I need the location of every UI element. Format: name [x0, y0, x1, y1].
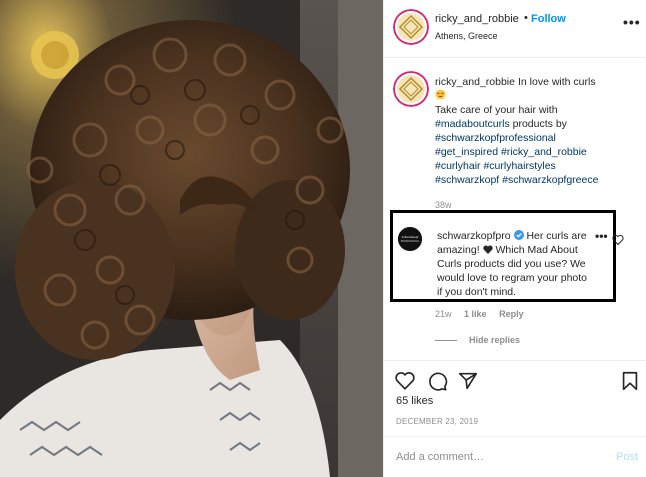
post-photo[interactable]: [0, 0, 383, 477]
comment-input[interactable]: Add a comment…: [396, 451, 484, 463]
black-heart-emoji-icon: [482, 245, 493, 254]
highlighted-comment: Schwarzkopf PROFESSIONAL schwarzkopfpro …: [390, 210, 616, 302]
likes-count[interactable]: 65 likes: [396, 395, 433, 407]
hide-replies-label: Hide replies: [469, 335, 521, 345]
caption-line: products by: [509, 118, 567, 130]
comment-text: schwarzkopfpro Her curls are amazing! Wh…: [437, 229, 587, 299]
caption-line: In love with curls: [517, 76, 596, 88]
caption-text: ricky_and_robbie In love with curls Take …: [435, 75, 640, 187]
avatar[interactable]: [393, 71, 429, 107]
verified-badge-icon: [513, 230, 524, 240]
caption-line: Take care of your hair with: [435, 104, 558, 116]
separator-dot: •: [524, 12, 528, 24]
post-location[interactable]: Athens, Greece: [435, 31, 498, 41]
share-paper-plane-icon[interactable]: [457, 370, 479, 392]
avatar[interactable]: Schwarzkopf PROFESSIONAL: [398, 227, 422, 251]
comment-composer: Add a comment… Post: [384, 436, 646, 477]
reply-button[interactable]: Reply: [499, 309, 524, 319]
hashtag-link[interactable]: #curlyhair: [435, 160, 481, 172]
comment-timestamp[interactable]: 21w: [435, 309, 452, 319]
save-bookmark-icon[interactable]: [619, 370, 641, 392]
caption-timestamp[interactable]: 38w: [435, 200, 452, 210]
hide-replies-toggle[interactable]: Hide replies: [435, 335, 520, 345]
hashtag-link[interactable]: #schwarzkopfgreece: [502, 174, 598, 186]
hashtag-link[interactable]: #schwarzkopfprofessional: [435, 132, 556, 144]
more-options-icon[interactable]: •••: [623, 15, 641, 29]
like-heart-icon[interactable]: [394, 370, 416, 392]
post-header: ricky_and_robbie • Follow Athens, Greece…: [384, 0, 646, 58]
post-author-username[interactable]: ricky_and_robbie: [435, 13, 519, 25]
avatar[interactable]: [393, 9, 429, 45]
hashtag-link[interactable]: #ricky_and_robbie: [501, 146, 587, 158]
post-comment-button[interactable]: Post: [616, 451, 638, 463]
comment-username[interactable]: schwarzkopfpro: [437, 230, 511, 242]
hashtag-link[interactable]: #schwarzkopf: [435, 174, 499, 186]
hashtag-link[interactable]: #curlyhairstyles: [483, 160, 555, 172]
hashtag-link[interactable]: #madaboutcurls: [435, 118, 510, 130]
svg-text:PROFESSIONAL: PROFESSIONAL: [401, 240, 420, 243]
comment-likes[interactable]: 1 like: [464, 309, 487, 319]
post-details-panel: ricky_and_robbie • Follow Athens, Greece…: [383, 0, 646, 477]
svg-text:Schwarzkopf: Schwarzkopf: [402, 235, 420, 239]
hashtag-link[interactable]: #get_inspired: [435, 146, 498, 158]
follow-button[interactable]: Follow: [531, 13, 566, 25]
caption-username[interactable]: ricky_and_robbie: [435, 76, 515, 88]
heart-eyes-emoji-icon: [435, 89, 446, 100]
post-date[interactable]: DECEMBER 23, 2019: [396, 417, 478, 426]
comment-options-icon[interactable]: •••: [595, 229, 608, 243]
comment-bubble-icon[interactable]: [426, 370, 448, 392]
divider: [435, 340, 457, 342]
comment-meta: 21w 1 like Reply: [435, 309, 534, 319]
like-comment-heart-icon[interactable]: [612, 234, 624, 246]
